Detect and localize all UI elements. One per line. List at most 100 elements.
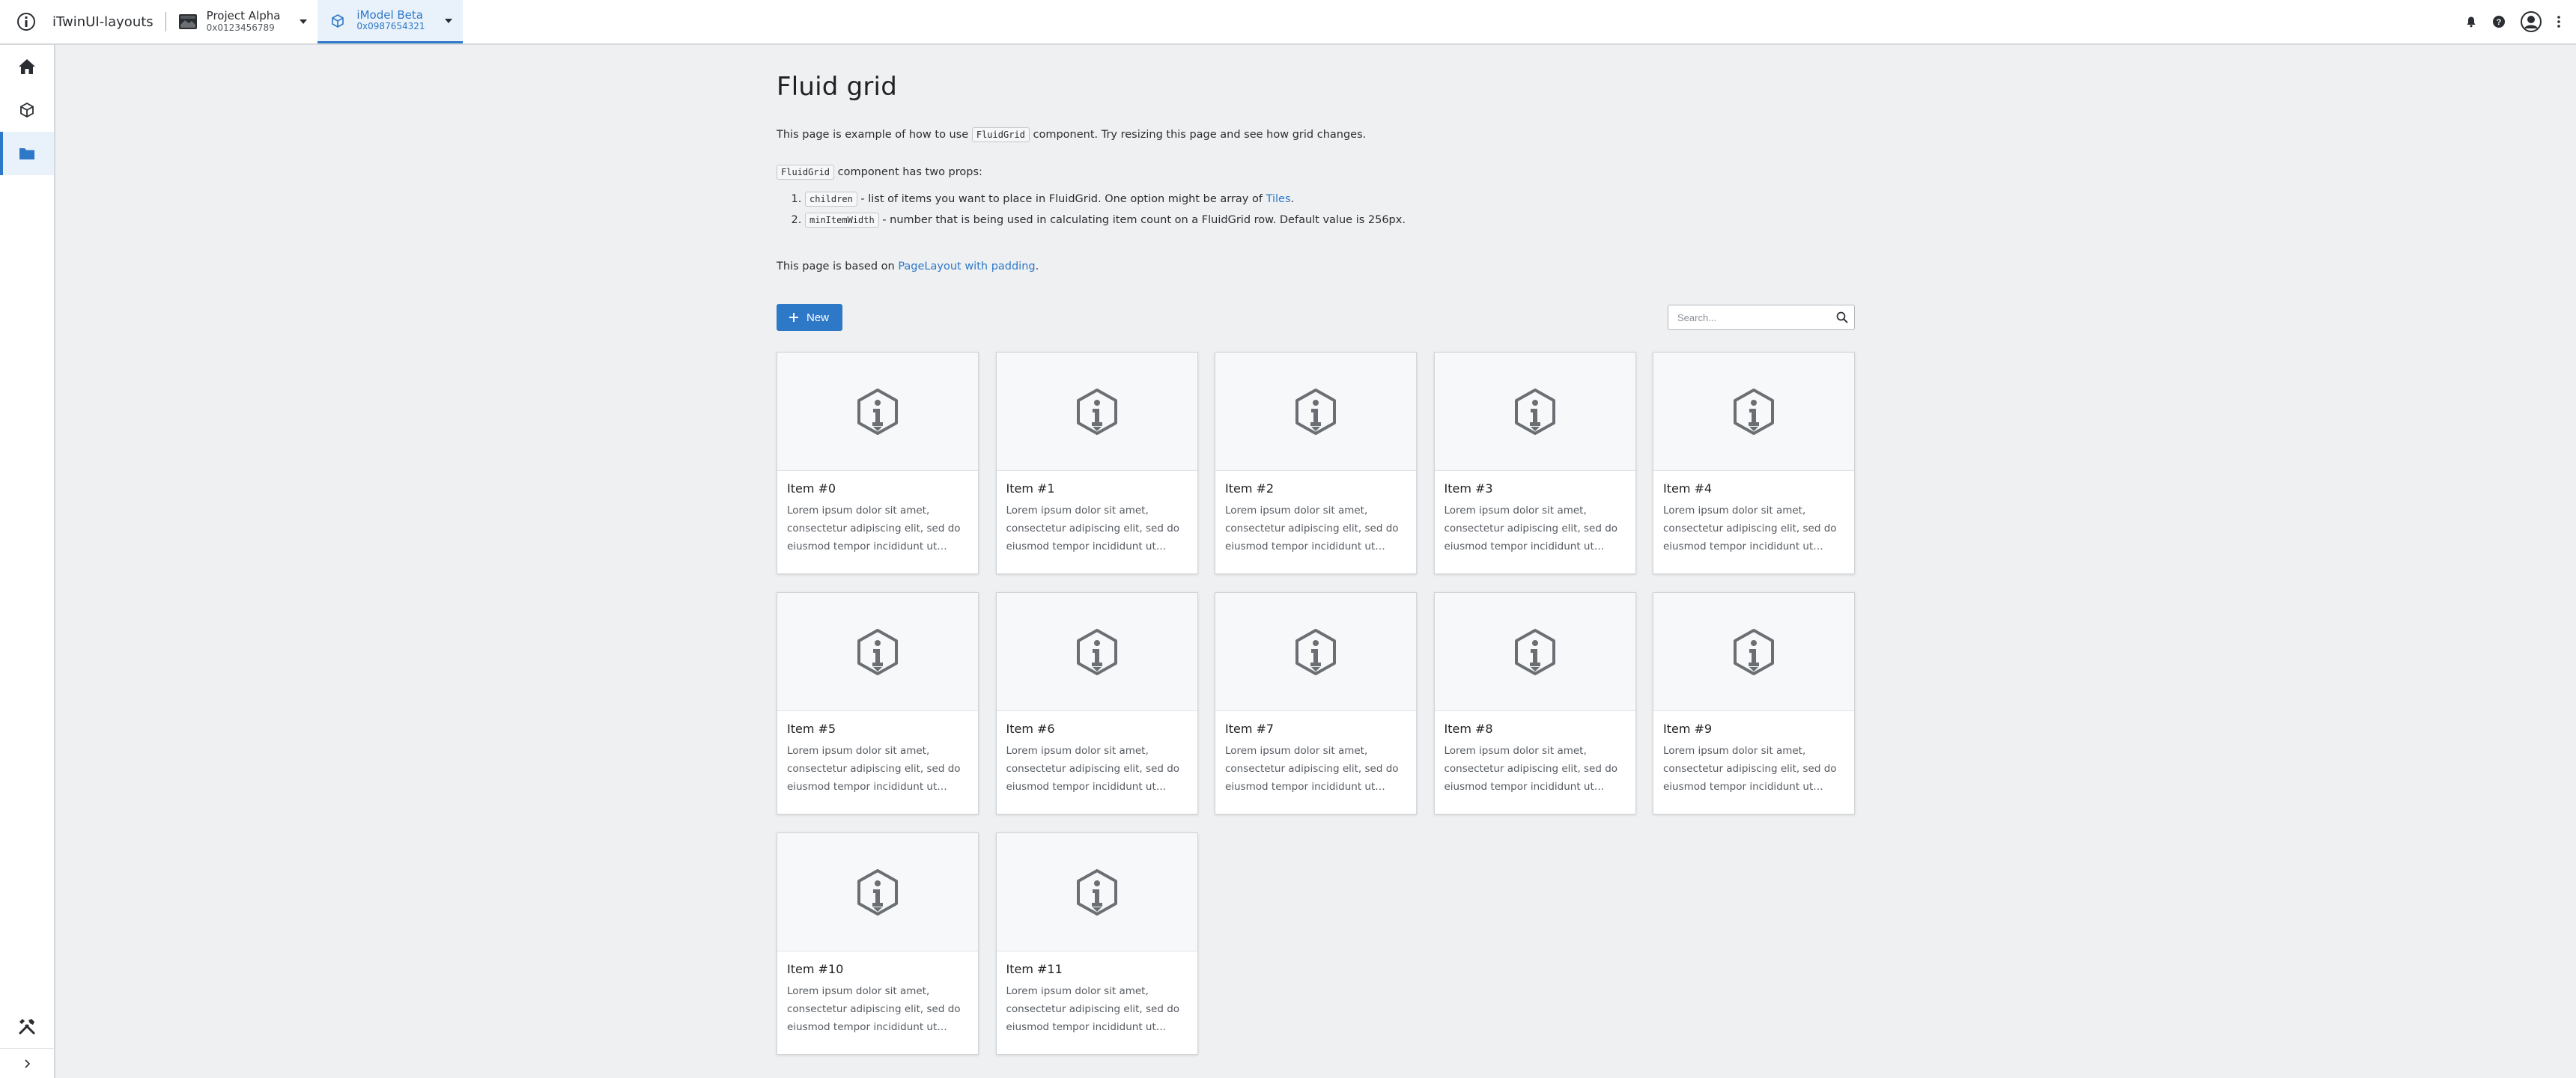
tile-description: Lorem ipsum dolor sit amet, consectetur … (1006, 745, 1180, 793)
user-avatar-icon[interactable] (2521, 11, 2542, 32)
tile-title: Item #3 (1444, 481, 1493, 496)
tile-title: Item #0 (787, 481, 836, 496)
new-button[interactable]: New (777, 304, 843, 331)
notification-bell-icon[interactable] (2465, 16, 2477, 28)
prop-description: - list of items you want to place in Flu… (857, 193, 1266, 205)
sidebar-item-files[interactable] (0, 132, 54, 175)
project-name: Project Alpha (206, 9, 281, 23)
folder-icon (19, 148, 34, 159)
tile[interactable]: Item #2 Lorem ipsum dolor sit amet, cons… (1215, 352, 1417, 574)
tile[interactable]: Item #9 Lorem ipsum dolor sit amet, cons… (1653, 592, 1855, 814)
intro-text-end: component. Try resizing this page and se… (1033, 129, 1367, 141)
tile-description: Lorem ipsum dolor sit amet, consectetur … (1006, 505, 1180, 552)
imodel-name: iModel Beta (356, 7, 423, 22)
tile-thumbnail (1434, 593, 1635, 711)
tile-description: Lorem ipsum dolor sit amet, consectetur … (1444, 505, 1618, 552)
tile-title: Item #11 (1006, 962, 1063, 976)
tile-title: Item #9 (1663, 722, 1713, 736)
props-text: component has two props: (837, 166, 982, 178)
props-paragraph: FluidGrid component has two props: (777, 162, 1855, 183)
info-placeholder-icon (857, 388, 898, 435)
tiles-link[interactable]: Tiles (1266, 193, 1291, 205)
tile-description: Lorem ipsum dolor sit amet, consectetur … (1444, 745, 1618, 793)
info-placeholder-icon (1076, 628, 1117, 675)
tile-description: Lorem ipsum dolor sit amet, consectetur … (1225, 745, 1399, 793)
fluid-grid: Item #0 Lorem ipsum dolor sit amet, cons… (777, 352, 1855, 1055)
tile[interactable]: Item #1 Lorem ipsum dolor sit amet, cons… (995, 352, 1198, 574)
based-on-end: . (1035, 261, 1039, 272)
tile-description: Lorem ipsum dolor sit amet, consectetur … (1663, 505, 1837, 552)
prop-end: . (1290, 193, 1295, 205)
tile[interactable]: Item #6 Lorem ipsum dolor sit amet, cons… (995, 592, 1198, 814)
tile[interactable]: Item #0 Lorem ipsum dolor sit amet, cons… (777, 352, 979, 574)
props-list: children - list of items you want to pla… (805, 189, 1855, 231)
app-logo-button[interactable] (0, 0, 52, 43)
chevron-down-icon (444, 18, 452, 23)
info-placeholder-icon (1076, 388, 1117, 435)
tile-description: Lorem ipsum dolor sit amet, consectetur … (1225, 505, 1399, 552)
props-list-item: minItemWidth - number that is being used… (805, 210, 1855, 231)
app-title[interactable]: iTwinUI-layouts (52, 0, 165, 43)
tile[interactable]: Item #11 Lorem ipsum dolor sit amet, con… (995, 832, 1198, 1055)
imodel-icon (328, 11, 347, 31)
cube-icon (20, 102, 34, 118)
project-selector[interactable]: Project Alpha 0x0123456789 (175, 0, 318, 43)
project-thumbnail-icon (178, 12, 198, 31)
info-placeholder-icon (1076, 868, 1117, 916)
search-icon[interactable] (1836, 311, 1848, 323)
props-code: FluidGrid (777, 165, 835, 180)
tile-title: Item #6 (1006, 722, 1055, 736)
tile[interactable]: Item #5 Lorem ipsum dolor sit amet, cons… (777, 592, 979, 814)
tile-title: Item #4 (1663, 481, 1713, 496)
more-options-icon[interactable] (2557, 15, 2561, 28)
sidebar-item-settings[interactable] (0, 1005, 54, 1048)
search-box (1668, 305, 1855, 330)
tile-thumbnail (1434, 353, 1635, 471)
tile[interactable]: Item #10 Lorem ipsum dolor sit amet, con… (777, 832, 979, 1055)
prop-code: children (805, 192, 857, 207)
tile-title: Item #5 (787, 722, 836, 736)
tile-thumbnail (996, 833, 1197, 951)
tools-icon (19, 1019, 35, 1035)
props-list-item: children - list of items you want to pla… (805, 189, 1855, 210)
help-icon[interactable]: ? (2492, 15, 2506, 28)
tile-description: Lorem ipsum dolor sit amet, consectetur … (787, 745, 961, 793)
info-placeholder-icon (857, 868, 898, 916)
plus-icon (789, 313, 798, 322)
chevron-right-icon (25, 1059, 31, 1068)
side-navigation (0, 45, 55, 1078)
imodel-selector[interactable]: iModel Beta 0x0987654321 (318, 0, 463, 43)
sidebar-item-models[interactable] (0, 88, 54, 132)
tile-description: Lorem ipsum dolor sit amet, consectetur … (787, 985, 961, 1033)
home-icon (19, 59, 35, 74)
tile[interactable]: Item #7 Lorem ipsum dolor sit amet, cons… (1215, 592, 1417, 814)
based-on-text: This page is based on (777, 261, 895, 272)
grid-toolbar: New (777, 304, 1855, 331)
tile-thumbnail (1653, 593, 1854, 711)
prop-description: - number that is being used in calculati… (878, 214, 1406, 226)
tile-description: Lorem ipsum dolor sit amet, consectetur … (1006, 985, 1180, 1033)
tile[interactable]: Item #4 Lorem ipsum dolor sit amet, cons… (1653, 352, 1855, 574)
pagelayout-link[interactable]: PageLayout with padding (898, 261, 1035, 272)
tile-description: Lorem ipsum dolor sit amet, consectetur … (787, 505, 961, 552)
intro-text: This page is example of how to use (777, 129, 969, 141)
based-on-paragraph: This page is based on PageLayout with pa… (777, 256, 1855, 277)
tile-title: Item #10 (787, 962, 844, 976)
search-input[interactable] (1677, 311, 1836, 323)
tile[interactable]: Item #3 Lorem ipsum dolor sit amet, cons… (1433, 352, 1636, 574)
tile-title: Item #8 (1444, 722, 1493, 736)
tile[interactable]: Item #8 Lorem ipsum dolor sit amet, cons… (1433, 592, 1636, 814)
info-placeholder-icon (1734, 628, 1774, 675)
intro-paragraph: This page is example of how to use Fluid… (777, 124, 1855, 145)
intro-code: FluidGrid (971, 127, 1030, 142)
header-divider (165, 12, 166, 31)
new-button-label: New (806, 311, 830, 324)
tile-thumbnail (1215, 353, 1416, 471)
imodel-id: 0x0987654321 (356, 21, 425, 32)
tile-description: Lorem ipsum dolor sit amet, consectetur … (1663, 745, 1837, 793)
chevron-down-icon (300, 19, 308, 24)
page-title: Fluid grid (777, 72, 897, 102)
expand-sidebar-button[interactable] (0, 1048, 54, 1078)
tile-thumbnail (777, 833, 978, 951)
sidebar-item-home[interactable] (0, 45, 54, 88)
